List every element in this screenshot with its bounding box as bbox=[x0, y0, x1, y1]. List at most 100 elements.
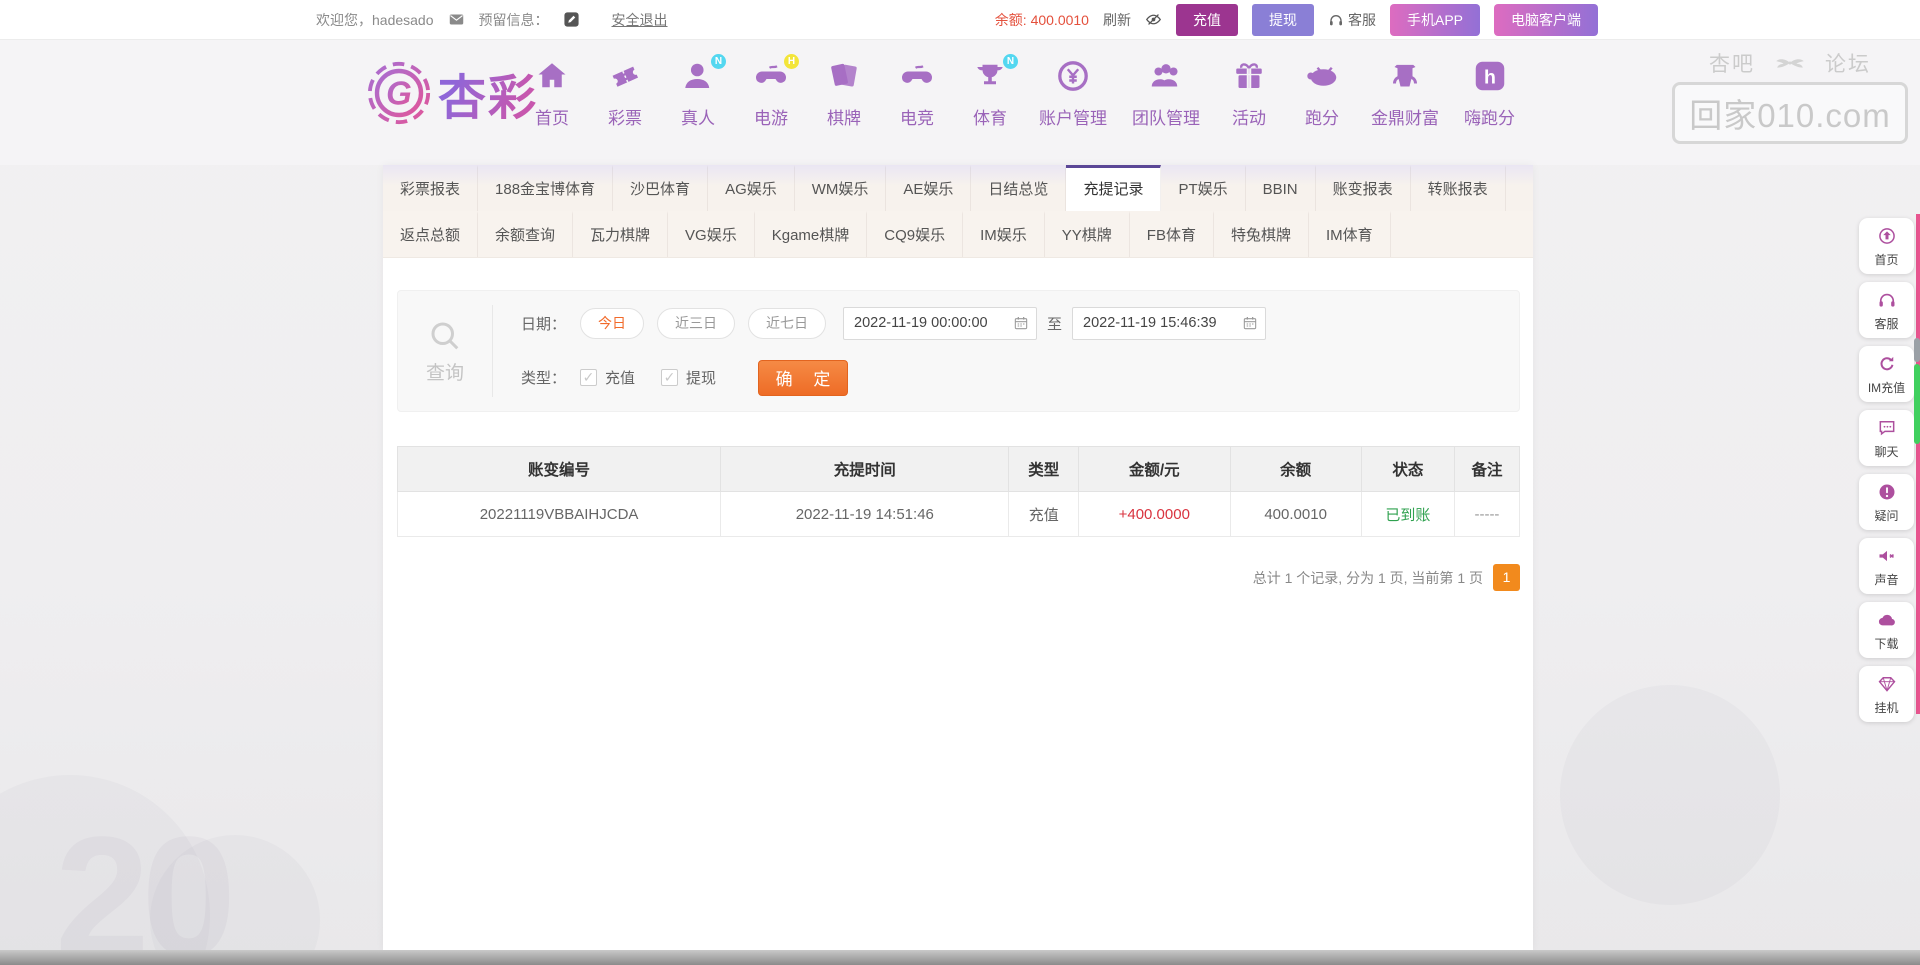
nav-label: 首页 bbox=[535, 109, 569, 128]
tab-row2-8[interactable]: FB体育 bbox=[1130, 211, 1214, 257]
logo[interactable]: G 杏彩 bbox=[366, 58, 538, 128]
table-cell: +400.0000 bbox=[1078, 491, 1231, 537]
nav-item-boar[interactable]: 跑分 bbox=[1298, 58, 1346, 129]
hrun-icon: h bbox=[1472, 58, 1508, 98]
recharge-button[interactable]: 充值 bbox=[1175, 3, 1238, 36]
mail-icon[interactable] bbox=[448, 11, 465, 28]
alert-icon bbox=[1859, 482, 1914, 504]
sidebar-item-diamond[interactable]: 挂机 bbox=[1859, 666, 1914, 722]
tab-row2-0[interactable]: 返点总额 bbox=[383, 211, 479, 257]
tab-row2-6[interactable]: IM娱乐 bbox=[963, 211, 1045, 257]
type-checkboxes: ✓ 充值 ✓ 提现 bbox=[580, 367, 742, 388]
tab-row1-6[interactable]: 日结总览 bbox=[971, 165, 1067, 211]
headset-icon bbox=[1859, 290, 1914, 312]
balance-text: 余额: 400.0010 bbox=[995, 10, 1089, 30]
scrollbar-thumb-gray[interactable] bbox=[1914, 338, 1920, 362]
tab-row1-4[interactable]: WM娱乐 bbox=[795, 165, 887, 211]
nav-item-gamepad[interactable]: 电竞 bbox=[893, 58, 941, 129]
nav-item-ticket[interactable]: 彩票 bbox=[601, 58, 649, 129]
gamepad-icon: H bbox=[753, 54, 799, 98]
tabs-row1: 彩票报表 188金宝博体育 沙巴体育 AG娱乐 WM娱乐 AE娱乐 日结总览 充提记录 PT娱乐… bbox=[383, 165, 1533, 211]
sidebar-item-label: 客服 bbox=[1874, 317, 1899, 331]
bottom-strip bbox=[0, 950, 1920, 965]
chat-icon bbox=[1859, 418, 1914, 440]
search-icon bbox=[427, 318, 463, 354]
service-link[interactable]: 客服 bbox=[1328, 10, 1376, 30]
sidebar-item-up[interactable]: 首页 bbox=[1859, 218, 1914, 274]
pc-client-button[interactable]: 电脑客户端 bbox=[1494, 3, 1598, 36]
tab-row1-2[interactable]: 沙巴体育 bbox=[613, 165, 709, 211]
tab-row1-10[interactable]: 账变报表 bbox=[1316, 165, 1411, 211]
tab-row2-1[interactable]: 余额查询 bbox=[478, 211, 574, 257]
eye-off-icon[interactable] bbox=[1145, 11, 1162, 28]
tab-row1-1[interactable]: 188金宝博体育 bbox=[478, 165, 614, 211]
quick-range-1[interactable]: 近三日 bbox=[657, 307, 736, 339]
ticket-icon bbox=[607, 58, 643, 98]
butterfly-ornament-icon bbox=[1761, 52, 1819, 74]
logo-emblem-icon: G bbox=[366, 60, 432, 126]
page-1-button[interactable]: 1 bbox=[1493, 564, 1520, 591]
nav-item-person[interactable]: N 真人 bbox=[674, 54, 726, 129]
checkbox-icon[interactable]: ✓ bbox=[661, 369, 679, 386]
sidebar-item-cloud[interactable]: 下载 bbox=[1859, 602, 1914, 658]
tab-row1-3[interactable]: AG娱乐 bbox=[708, 165, 795, 211]
welcome-text: 欢迎您，hadesado bbox=[316, 11, 434, 28]
watermark-line1: 杏吧 论坛 bbox=[1672, 48, 1908, 78]
sidebar-item-label: IM充值 bbox=[1867, 381, 1906, 395]
tab-row2-3[interactable]: VG娱乐 bbox=[668, 211, 755, 257]
scrollbar-track[interactable] bbox=[1916, 214, 1920, 714]
type-option-0[interactable]: ✓ 充值 bbox=[580, 367, 635, 388]
tab-row1-7[interactable]: 充提记录 bbox=[1066, 165, 1162, 211]
sidebar-item-refresh[interactable]: IM充值 bbox=[1859, 346, 1914, 402]
headset-icon bbox=[1328, 12, 1344, 28]
date-from-input[interactable]: 2022-11-19 00:00:00 bbox=[843, 306, 1038, 340]
refresh-link[interactable]: 刷新 bbox=[1103, 10, 1131, 30]
tab-row1-0[interactable]: 彩票报表 bbox=[383, 165, 479, 211]
tab-row1-8[interactable]: PT娱乐 bbox=[1161, 165, 1246, 211]
sidebar-item-chat[interactable]: 聊天 bbox=[1859, 410, 1914, 466]
nav-item-hrun[interactable]: h 嗨跑分 bbox=[1464, 58, 1515, 129]
nav-item-coin[interactable]: 账户管理 bbox=[1039, 58, 1107, 129]
nav-item-people[interactable]: 团队管理 bbox=[1132, 58, 1200, 129]
refresh-icon bbox=[1859, 354, 1914, 376]
edit-pencil-icon[interactable] bbox=[563, 11, 580, 28]
nav-item-trophy[interactable]: N 体育 bbox=[966, 54, 1018, 129]
tab-row2-9[interactable]: 特兔棋牌 bbox=[1214, 211, 1309, 257]
tab-row2-5[interactable]: CQ9娱乐 bbox=[867, 211, 964, 257]
nav-item-cards[interactable]: 棋牌 bbox=[820, 58, 868, 129]
nav-item-gamepad[interactable]: H 电游 bbox=[747, 54, 799, 129]
withdraw-button[interactable]: 提现 bbox=[1251, 3, 1314, 36]
logout-link[interactable]: 安全退出 bbox=[612, 10, 668, 30]
sidebar-item-label: 下载 bbox=[1874, 637, 1899, 651]
nav-item-tripod[interactable]: 金鼎财富 bbox=[1371, 58, 1439, 129]
confirm-button[interactable]: 确 定 bbox=[758, 359, 849, 396]
boar-icon bbox=[1304, 58, 1340, 98]
tab-row2-2[interactable]: 瓦力棋牌 bbox=[573, 211, 669, 257]
tab-row1-5[interactable]: AE娱乐 bbox=[886, 165, 972, 211]
tab-row2-4[interactable]: Kgame棋牌 bbox=[755, 211, 868, 257]
date-to-input[interactable]: 2022-11-19 15:46:39 bbox=[1072, 306, 1267, 340]
tab-row1-11[interactable]: 转账报表 bbox=[1411, 165, 1506, 211]
checkbox-icon[interactable]: ✓ bbox=[580, 369, 598, 386]
calendar-icon[interactable] bbox=[1242, 315, 1258, 331]
floating-sidebar: 首页客服 IM充值聊天疑问声音下载挂机 bbox=[1859, 218, 1914, 722]
pagination: 总计 1 个记录, 分为 1 页, 当前第 1 页 1 bbox=[383, 564, 1520, 591]
table-cell: ----- bbox=[1453, 491, 1521, 537]
sidebar-item-mute[interactable]: 声音 bbox=[1859, 538, 1914, 594]
tab-row2-10[interactable]: IM体育 bbox=[1309, 211, 1391, 257]
watermark-text-right: 论坛 bbox=[1825, 53, 1871, 76]
cloud-icon bbox=[1859, 610, 1914, 632]
quick-range-2[interactable]: 近七日 bbox=[748, 307, 827, 339]
quick-range-0[interactable]: 今日 bbox=[580, 307, 645, 339]
person-icon: N bbox=[680, 54, 726, 98]
sidebar-item-alert[interactable]: 疑问 bbox=[1859, 474, 1914, 530]
scrollbar-thumb-green[interactable] bbox=[1914, 364, 1920, 444]
type-option-1[interactable]: ✓ 提现 bbox=[661, 367, 716, 388]
tab-row2-7[interactable]: YY棋牌 bbox=[1045, 211, 1130, 257]
mobile-app-button[interactable]: 手机APP bbox=[1389, 3, 1480, 36]
calendar-icon[interactable] bbox=[1013, 315, 1029, 331]
sidebar-item-headset[interactable]: 客服 bbox=[1859, 282, 1914, 338]
nav-item-gift[interactable]: 活动 bbox=[1225, 58, 1273, 129]
tab-row1-9[interactable]: BBIN bbox=[1246, 165, 1316, 211]
nav-item-home[interactable]: 首页 bbox=[528, 58, 576, 129]
